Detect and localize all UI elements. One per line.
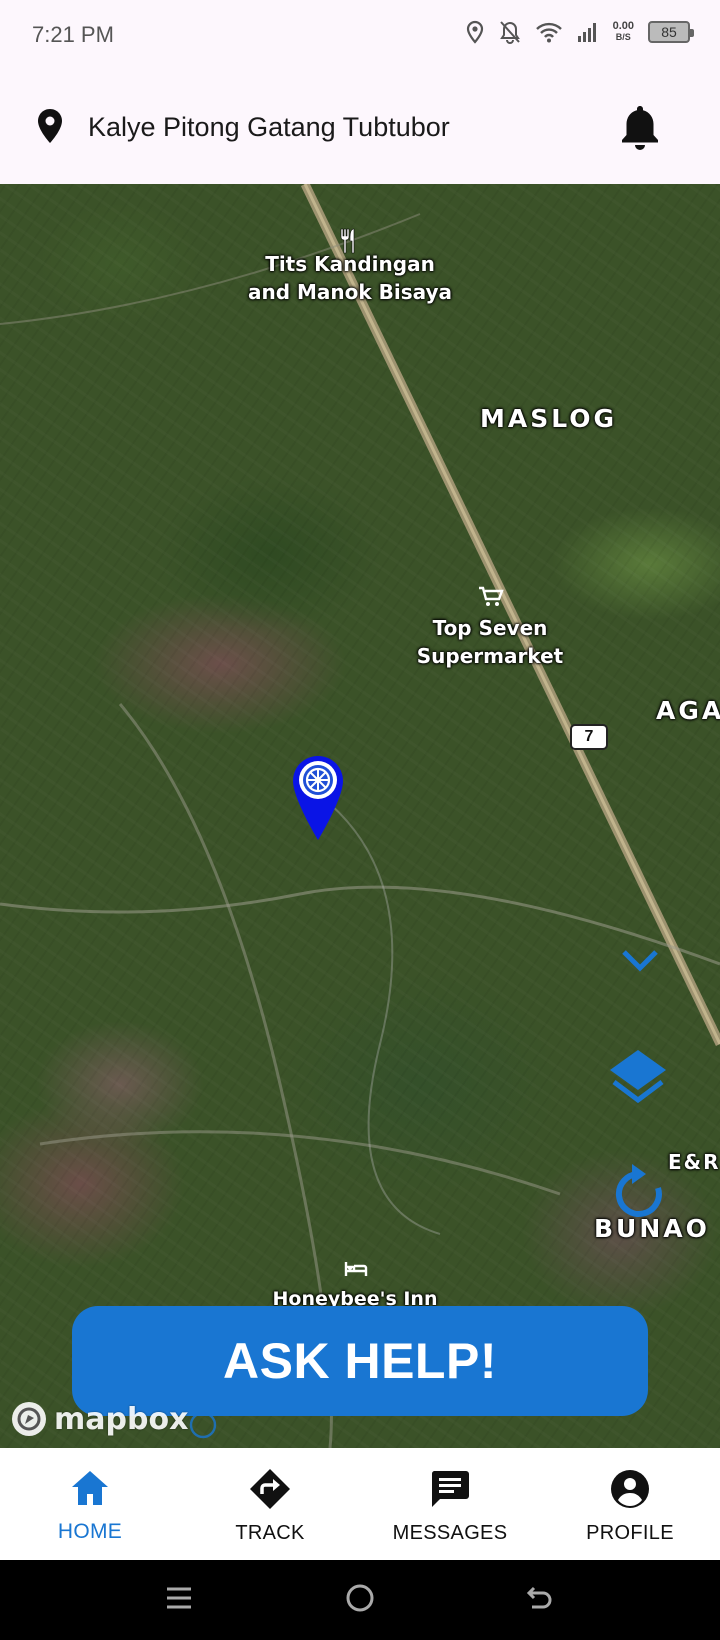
status-icons: 0.00 B/S 85 xyxy=(465,20,694,44)
status-time: 7:21 PM xyxy=(32,22,114,47)
nav-label-home: HOME xyxy=(57,1520,123,1543)
battery-icon: 85 xyxy=(648,21,694,43)
network-speed-value: 0.00 xyxy=(612,20,634,32)
nav-item-home[interactable]: HOME xyxy=(0,1448,180,1560)
map-label-er: E&R xyxy=(668,1150,720,1174)
notification-bell-icon[interactable] xyxy=(618,102,662,152)
map-view[interactable]: Tits Kandingan and Manok Bisaya MASLOG T… xyxy=(0,184,720,1448)
current-location-name: Kalye Pitong Gatang Tubtubor xyxy=(88,112,450,142)
signal-icon xyxy=(577,23,596,42)
user-location-marker[interactable] xyxy=(290,754,346,844)
nav-label-track: TRACK xyxy=(235,1522,305,1544)
bed-icon xyxy=(344,1262,368,1276)
map-label-supermarket: Top Seven Supermarket xyxy=(416,616,564,668)
map-label-restaurant: Tits Kandingan and Manok Bisaya xyxy=(247,252,453,304)
network-speed: 0.00 B/S xyxy=(613,21,634,43)
map-roads xyxy=(0,184,720,1448)
profile-icon xyxy=(611,1470,649,1508)
location-status-icon xyxy=(466,20,483,44)
nav-item-profile[interactable]: PROFILE xyxy=(540,1448,720,1560)
attribution-info-icon[interactable] xyxy=(188,1410,218,1440)
road-number-shield: 7 xyxy=(570,724,608,750)
mapbox-logo-icon xyxy=(12,1402,46,1436)
directions-icon xyxy=(250,1469,290,1509)
message-icon xyxy=(431,1471,469,1507)
mapbox-wordmark: mapbox xyxy=(54,1401,189,1437)
bottom-navigation: HOME TRACK MESSAGES PROFILE xyxy=(0,1448,720,1560)
nav-item-track[interactable]: TRACK xyxy=(180,1448,360,1560)
nav-item-messages[interactable]: MESSAGES xyxy=(360,1448,540,1560)
network-speed-unit: B/S xyxy=(615,32,631,42)
home-icon xyxy=(72,1471,108,1505)
location-header: Kalye Pitong Gatang Tubtubor xyxy=(0,74,720,184)
home-circle-icon[interactable] xyxy=(344,1582,376,1614)
nav-label-profile: PROFILE xyxy=(586,1522,674,1544)
map-label-aga: AGA xyxy=(656,696,720,725)
collapse-chevron-icon[interactable] xyxy=(620,948,660,974)
notifications-off-icon xyxy=(499,21,520,44)
back-icon[interactable] xyxy=(524,1582,556,1614)
wifi-icon xyxy=(535,22,562,43)
shopping-cart-icon xyxy=(479,586,504,606)
map-label-bunao: BUNAO xyxy=(594,1214,710,1243)
map-label-maslog: MASLOG xyxy=(480,404,618,433)
status-bar: 7:21 PM 0.00 B/S 85 xyxy=(0,0,720,74)
map-layers-icon[interactable] xyxy=(606,1046,670,1110)
system-navigation-bar xyxy=(0,1560,720,1640)
mapbox-attribution[interactable]: mapbox xyxy=(10,1400,188,1438)
recent-apps-icon[interactable] xyxy=(164,1582,194,1614)
location-pin-icon xyxy=(38,109,62,143)
nav-label-messages: MESSAGES xyxy=(392,1522,508,1544)
